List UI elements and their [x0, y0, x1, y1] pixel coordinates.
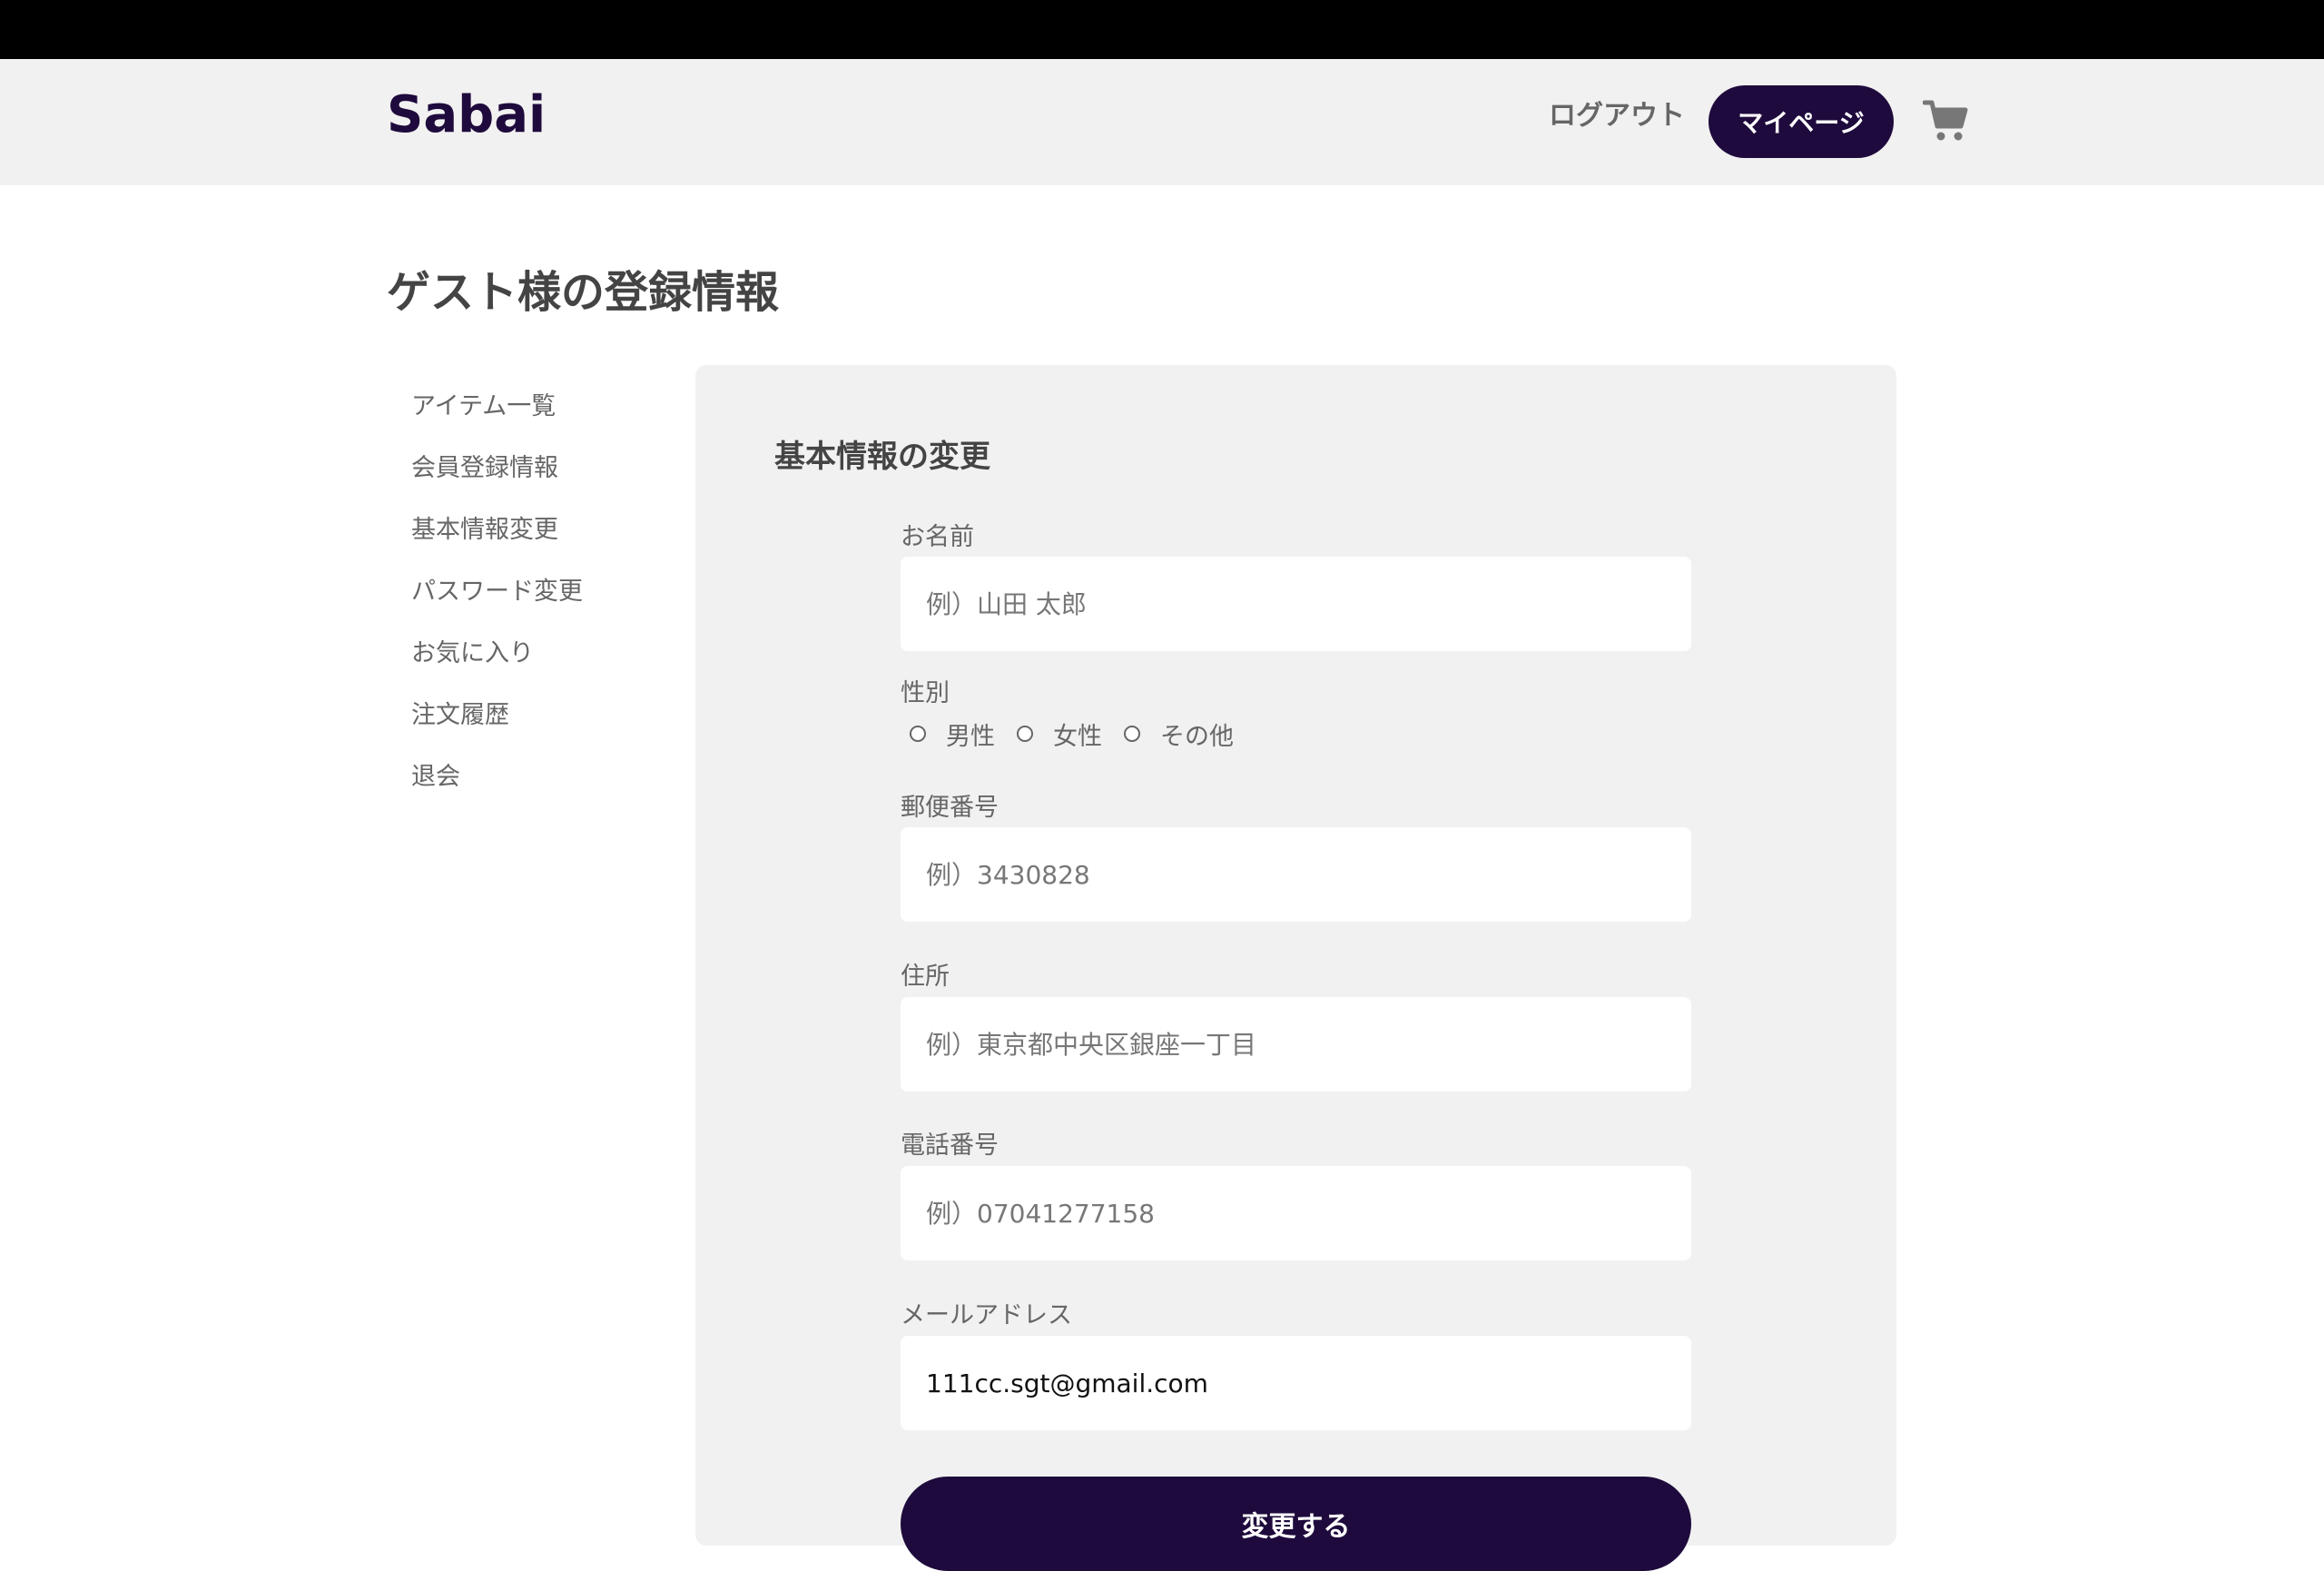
sidebar-item-favorites[interactable]: お気に入り: [411, 637, 647, 699]
submit-button[interactable]: 変更する: [901, 1477, 1691, 1571]
sidebar: アイテム一覧 会員登録情報 基本情報変更 パスワード変更 お気に入り 注文履歴 …: [411, 390, 647, 823]
gender-option-other[interactable]: その他: [1124, 716, 1234, 752]
email-input[interactable]: [901, 1336, 1691, 1430]
gender-radio-group: 男性 女性 その他: [910, 716, 1256, 752]
radio-male[interactable]: [910, 726, 926, 742]
sidebar-item-item-list[interactable]: アイテム一覧: [411, 390, 647, 452]
gender-option-label: 女性: [1053, 722, 1102, 751]
postal-label: 郵便番号: [901, 794, 999, 822]
form-title: 基本情報の変更: [774, 439, 990, 475]
postal-input[interactable]: [901, 827, 1691, 922]
gender-option-label: その他: [1160, 722, 1234, 751]
sidebar-item-member-info[interactable]: 会員登録情報: [411, 452, 647, 514]
phone-label: 電話番号: [901, 1131, 999, 1160]
radio-other[interactable]: [1124, 726, 1140, 742]
page-title: ゲスト様の登録情報: [387, 267, 780, 318]
form-panel: 基本情報の変更 お名前 性別 男性 女性 その他 郵便番号 住所 電話番号 メー…: [695, 365, 1896, 1571]
name-input[interactable]: [901, 557, 1691, 651]
site-header: Sabai ログアウト マイページ: [0, 59, 2324, 185]
top-bar: [0, 0, 2324, 59]
gender-label: 性別: [901, 679, 950, 707]
sidebar-item-password-change[interactable]: パスワード変更: [411, 576, 647, 637]
gender-option-female[interactable]: 女性: [1017, 716, 1102, 752]
name-label: お名前: [901, 523, 974, 551]
phone-input[interactable]: [901, 1166, 1691, 1260]
address-label: 住所: [901, 963, 950, 991]
sidebar-item-withdraw[interactable]: 退会: [411, 761, 647, 823]
logo[interactable]: Sabai: [387, 90, 546, 141]
logout-link[interactable]: ログアウト: [1549, 103, 1685, 130]
mypage-button[interactable]: マイページ: [1709, 85, 1894, 158]
address-input[interactable]: [901, 997, 1691, 1092]
email-label: メールアドレス: [901, 1301, 1072, 1329]
sidebar-item-basic-info-change[interactable]: 基本情報変更: [411, 514, 647, 576]
radio-female[interactable]: [1017, 726, 1033, 742]
gender-option-male[interactable]: 男性: [910, 716, 995, 752]
sidebar-item-order-history[interactable]: 注文履歴: [411, 699, 647, 761]
cart-icon[interactable]: [1923, 99, 1968, 143]
gender-option-label: 男性: [946, 722, 995, 751]
